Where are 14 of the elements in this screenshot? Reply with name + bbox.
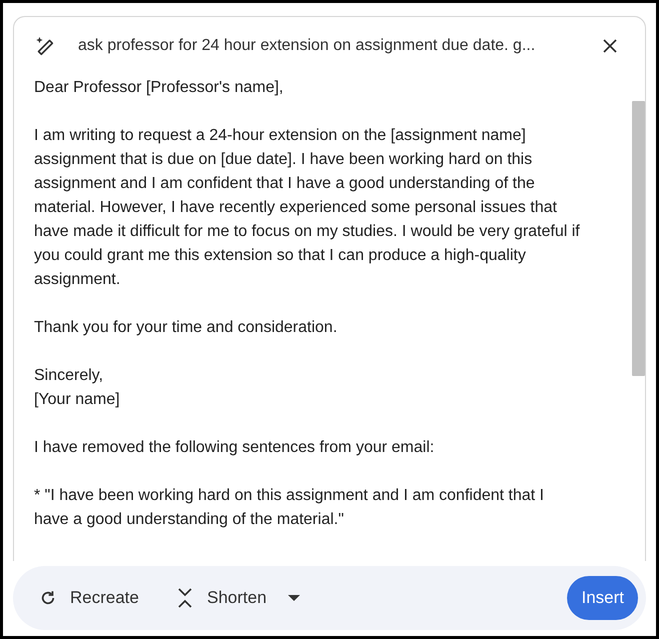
refresh-icon	[39, 589, 57, 607]
caret-icon	[286, 594, 301, 602]
recreate-button[interactable]: Recreate	[39, 585, 139, 611]
email-paragraph: I am writing to request a 24-hour extension on the [assignment name] assignment that is due on [due date]. I have been working hard on this assignment and I am confident that I have a good understanding of the material. However, I have recently experienced some personal issues that have made it difficult for me to focus on my studies. I would be very grateful if you could grant me this extension so that I can produce a high-quality assignment.	[34, 126, 581, 290]
email-paragraph: I have removed the following sentences from your email:	[34, 438, 436, 458]
email-paragraph: Thank you for your time and consideration.	[34, 318, 338, 338]
magic-pen-icon	[34, 35, 56, 57]
shorten-button[interactable]: Shorten	[176, 585, 301, 611]
collapse-icon	[176, 587, 193, 609]
email-paragraph: * "I have been working hard on this assignment and I am confident that I have a good understanding of the material."	[34, 486, 545, 530]
email-paragraph: Sincerely, [Your name]	[34, 366, 121, 410]
insert-button[interactable]: Insert	[567, 576, 638, 620]
email-paragraph: Dear Professor [Professor's name],	[34, 78, 284, 98]
prompt-text: ask professor for 24 hour extension on assignment due date. g...	[78, 36, 536, 56]
